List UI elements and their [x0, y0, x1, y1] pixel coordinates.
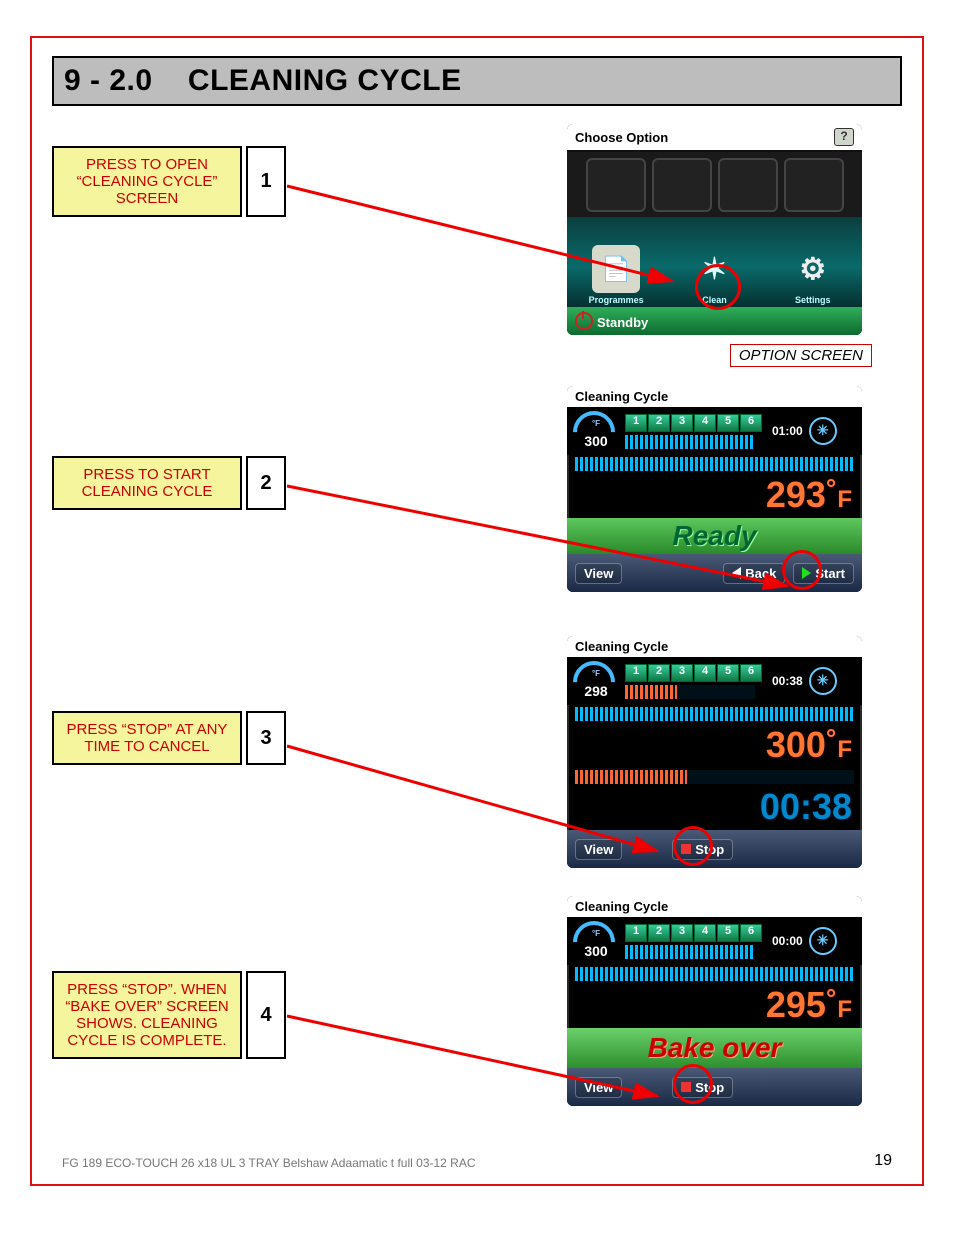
stage-time: 01:00 — [772, 424, 803, 438]
option-tile[interactable] — [718, 158, 778, 212]
standby-button[interactable]: Standby — [575, 312, 648, 330]
countdown-timer: 00:38 — [567, 786, 862, 830]
back-arrow-icon — [732, 567, 741, 579]
stop-icon — [681, 1082, 691, 1092]
callout-3: PRESS “STOP” AT ANY TIME TO CANCEL 3 — [52, 711, 286, 765]
callout-2: PRESS TO START CLEANING CYCLE 2 — [52, 456, 286, 510]
settings-button[interactable]: ⚙ Settings — [783, 245, 843, 305]
settings-label: Settings — [795, 295, 831, 305]
stage-time: 00:38 — [772, 674, 803, 688]
stage-indicator: 1 2 3 4 5 6 — [625, 414, 762, 432]
programmes-button[interactable]: 📄 Programmes — [586, 245, 646, 305]
callout-3-text: PRESS “STOP” AT ANY TIME TO CANCEL — [52, 711, 242, 765]
clean-button[interactable]: ✶ Clean — [684, 245, 744, 305]
option-tile[interactable] — [586, 158, 646, 212]
screen1-title: Choose Option — [575, 130, 668, 145]
callout-1: PRESS TO OPEN “CLEANING CYCLE” SCREEN 1 — [52, 146, 286, 217]
section-title: CLEANING CYCLE — [188, 64, 462, 97]
stop-button[interactable]: Stop — [672, 1077, 733, 1098]
view-button[interactable]: View — [575, 839, 622, 860]
temperature-gauge: °F 300 — [573, 921, 619, 961]
screenshot-cleaning-ready: Cleaning Cycle °F 300 1 2 3 4 5 — [567, 386, 862, 592]
callout-4-text: PRESS “STOP”. WHEN “BAKE OVER” SCREEN SH… — [52, 971, 242, 1059]
current-temperature: 293°F — [567, 473, 862, 518]
back-button[interactable]: Back — [723, 563, 785, 584]
view-button[interactable]: View — [575, 563, 622, 584]
callout-2-text: PRESS TO START CLEANING CYCLE — [52, 456, 242, 510]
screen3-title: Cleaning Cycle — [567, 636, 862, 657]
section-heading: 9 - 2.0 CLEANING CYCLE — [52, 56, 902, 106]
callout-4-number: 4 — [246, 971, 286, 1059]
power-icon — [575, 312, 593, 330]
footer-text: FG 189 ECO-TOUCH 26 x18 UL 3 TRAY Belsha… — [62, 1156, 476, 1170]
callout-4: PRESS “STOP”. WHEN “BAKE OVER” SCREEN SH… — [52, 971, 286, 1059]
stage-time: 00:00 — [772, 934, 803, 948]
fan-icon: ✳ — [809, 417, 837, 445]
screen1-option-row — [567, 152, 862, 217]
callout-2-number: 2 — [246, 456, 286, 510]
spray-icon: ✶ — [690, 245, 738, 293]
help-icon[interactable]: ? — [834, 128, 854, 146]
current-temperature: 295°F — [567, 983, 862, 1028]
clean-label: Clean — [702, 295, 727, 305]
programmes-label: Programmes — [589, 295, 644, 305]
callout-3-number: 3 — [246, 711, 286, 765]
current-temperature: 300°F — [567, 723, 862, 768]
page-number: 19 — [874, 1152, 892, 1170]
stage-indicator: 1 2 3 4 5 6 — [625, 924, 762, 942]
screen4-title: Cleaning Cycle — [567, 896, 862, 917]
callout-1-number: 1 — [246, 146, 286, 217]
status-ready: Ready — [567, 518, 862, 554]
temperature-gauge: °F 300 — [573, 411, 619, 451]
screenshot-cleaning-running: Cleaning Cycle °F 298 1 2 3 4 5 — [567, 636, 862, 868]
play-icon — [802, 567, 811, 579]
option-tile[interactable] — [652, 158, 712, 212]
screenshot-bake-over: Cleaning Cycle °F 300 1 2 3 4 5 — [567, 896, 862, 1106]
status-bake-over: Bake over — [567, 1028, 862, 1068]
fan-icon: ✳ — [809, 927, 837, 955]
temperature-gauge: °F 298 — [573, 661, 619, 701]
fan-icon: ✳ — [809, 667, 837, 695]
screenshot-option-screen: Choose Option ? 📄 Programmes ✶ — [567, 124, 862, 335]
stop-button[interactable]: Stop — [672, 839, 733, 860]
stage-indicator: 1 2 3 4 5 6 — [625, 664, 762, 682]
view-button[interactable]: View — [575, 1077, 622, 1098]
stop-icon — [681, 844, 691, 854]
start-button[interactable]: Start — [793, 563, 854, 584]
callout-1-text: PRESS TO OPEN “CLEANING CYCLE” SCREEN — [52, 146, 242, 217]
programmes-icon: 📄 — [592, 245, 640, 293]
gear-icon: ⚙ — [789, 245, 837, 293]
option-tile[interactable] — [784, 158, 844, 212]
option-screen-caption: OPTION SCREEN — [730, 344, 872, 367]
screen2-title: Cleaning Cycle — [567, 386, 862, 407]
section-number: 9 - 2.0 — [64, 64, 153, 97]
